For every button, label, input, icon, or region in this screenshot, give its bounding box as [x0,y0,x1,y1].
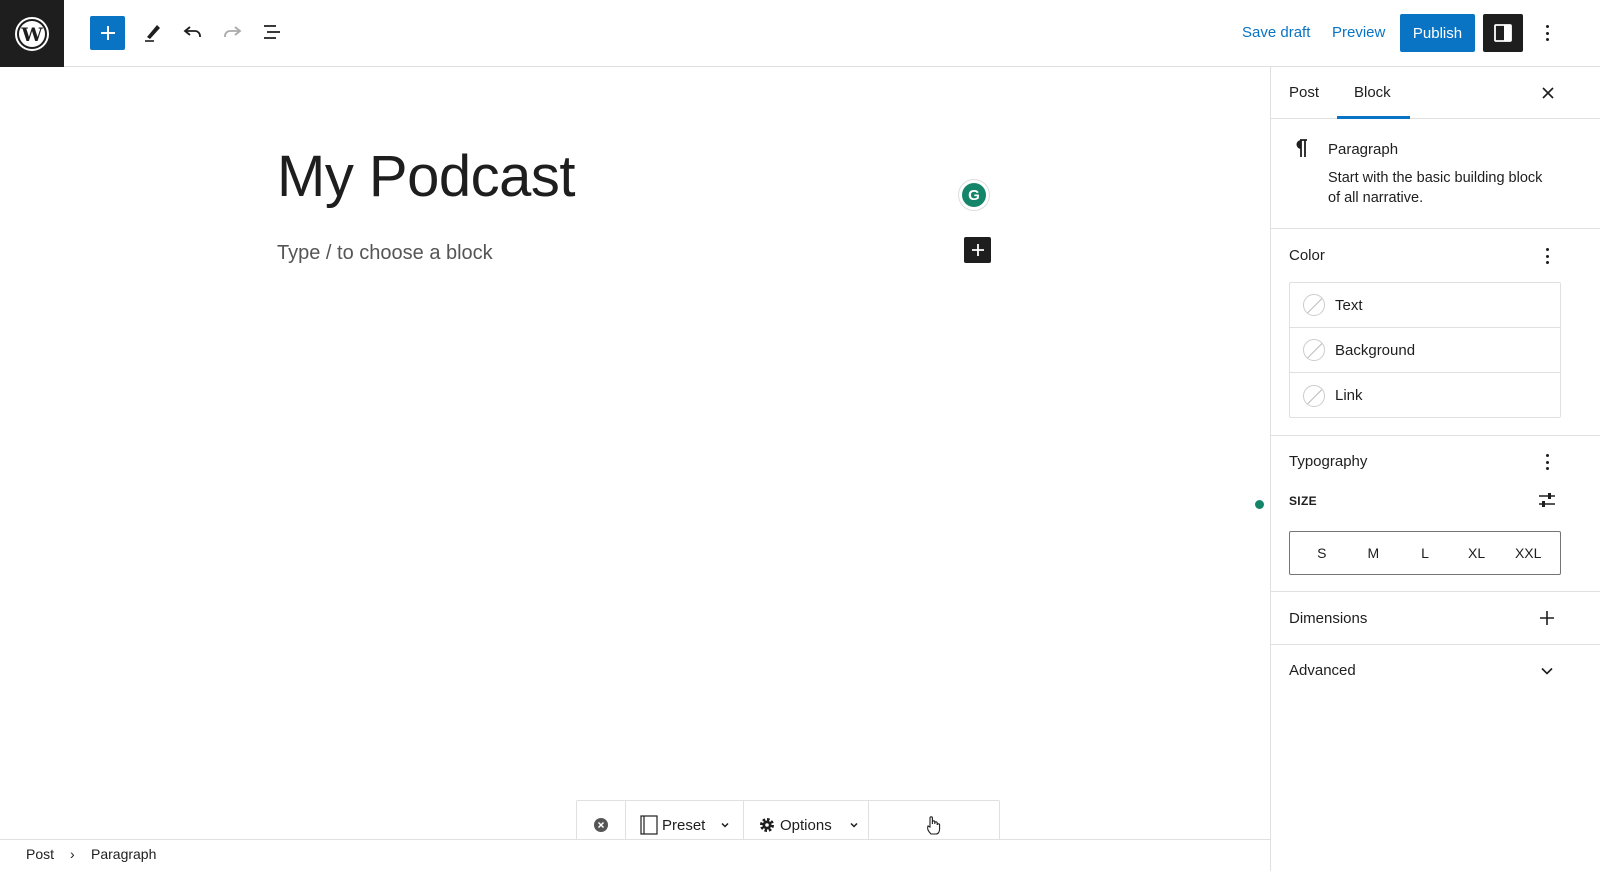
list-view-icon [264,25,280,39]
size-option-l[interactable]: L [1403,545,1447,561]
color-item-text[interactable]: Text [1290,283,1560,328]
gear-icon [760,818,774,832]
tools-button[interactable] [135,14,171,50]
tab-post[interactable]: Post [1289,84,1319,101]
post-title[interactable]: My Podcast [277,143,576,210]
undo-button[interactable] [175,14,211,50]
font-size-label: SIZE [1289,494,1317,508]
publish-button[interactable]: Publish [1400,14,1475,52]
preview-button[interactable]: Preview [1332,24,1385,41]
advanced-panel-title[interactable]: Advanced [1289,662,1356,679]
color-item-label: Text [1335,296,1363,314]
plus-icon [971,244,984,256]
block-breadcrumb: Post › Paragraph [0,839,1270,871]
color-item-link[interactable]: Link [1290,373,1560,418]
grammarly-letter: G [962,183,986,207]
document-overview-button[interactable] [254,14,290,50]
panel-divider [1271,435,1600,436]
close-circle-icon [594,818,608,832]
size-option-s[interactable]: S [1300,545,1344,561]
color-item-label: Link [1335,387,1363,404]
color-item-label: Background [1335,341,1416,359]
preset-label: Preset [662,816,706,834]
svg-text:W: W [20,24,43,46]
custom-size-icon[interactable] [1537,491,1557,514]
chevron-down-icon [721,822,729,828]
block-inserter-button[interactable] [90,16,125,50]
color-item-background[interactable]: Background [1290,328,1560,373]
chevron-down-icon [850,822,858,828]
color-list: Text Background Link [1289,282,1561,418]
size-option-xl[interactable]: XL [1455,545,1499,561]
color-panel-title: Color [1289,247,1325,264]
settings-sidebar: Post Block Paragraph Start with the basi… [1270,67,1600,871]
size-option-xxl[interactable]: XXL [1506,545,1550,561]
options-label: Options [780,816,832,834]
undo-icon [183,26,201,37]
add-block-button[interactable] [964,237,991,263]
paragraph-icon [1293,138,1309,163]
redo-button[interactable] [214,14,250,50]
more-options-icon[interactable] [1542,25,1552,41]
block-card-title: Paragraph [1328,141,1399,158]
pencil-icon [145,25,160,42]
redo-icon [224,26,242,37]
sidebar-tabs: Post Block [1271,67,1600,119]
color-options-icon[interactable] [1542,248,1552,264]
chevron-down-icon[interactable] [1540,664,1554,678]
status-dot [1255,500,1264,509]
settings-toggle-button[interactable] [1483,14,1523,52]
plus-icon[interactable] [1539,610,1555,626]
panel-divider [1271,591,1600,592]
size-option-m[interactable]: M [1351,545,1395,561]
breadcrumb-item-paragraph[interactable]: Paragraph [91,846,156,862]
empty-swatch-icon [1303,294,1325,316]
empty-swatch-icon [1303,384,1325,407]
breadcrumb-separator-icon: › [70,846,75,862]
empty-swatch-icon [1303,339,1325,361]
block-card-description: Start with the basic building block of a… [1328,168,1542,208]
active-tab-indicator [1337,116,1410,119]
panel-divider [1271,644,1600,645]
plus-icon [100,26,115,40]
dimensions-panel-title[interactable]: Dimensions [1289,610,1367,627]
typography-options-icon[interactable] [1542,454,1552,470]
wordpress-logo-icon[interactable]: W [0,0,64,67]
block-card-description-line: Start with the basic building block [1328,170,1543,186]
save-draft-button[interactable]: Save draft [1242,24,1310,41]
editor-canvas[interactable]: My Podcast Type / to choose a block G [0,67,1270,839]
block-placeholder[interactable]: Type / to choose a block [277,242,493,265]
editor-header: W Save draft Preview Publish [0,0,1600,67]
hand-cursor-icon [927,816,941,835]
block-card-description-line: of all narrative. [1328,190,1424,206]
font-size-picker: S M L XL XXL [1289,531,1561,575]
close-sidebar-icon[interactable] [1541,86,1555,100]
preset-icon [640,815,658,835]
panel-divider [1271,228,1600,229]
tab-block[interactable]: Block [1354,84,1391,101]
typography-panel-title: Typography [1289,453,1368,470]
sidebar-icon [1494,24,1512,42]
grammarly-icon[interactable]: G [958,179,990,211]
breadcrumb-item-post[interactable]: Post [26,846,54,862]
